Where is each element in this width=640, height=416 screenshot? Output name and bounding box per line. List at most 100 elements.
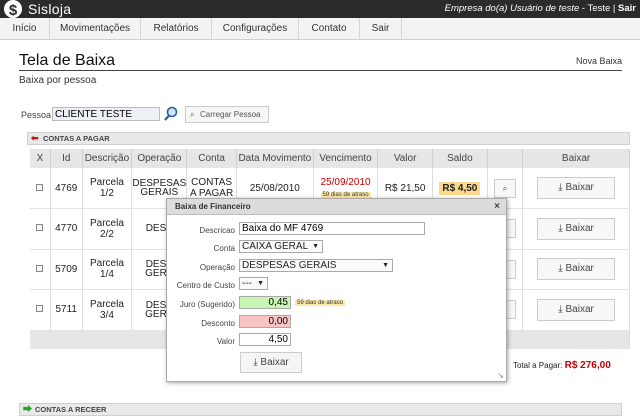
baixar-label: Baixar [565, 263, 594, 275]
centro-custo-select[interactable]: --- ▼ [239, 277, 268, 290]
conta-value: CAIXA GERAL [242, 241, 309, 252]
page-subtitle: Baixa por pessoa [19, 75, 97, 86]
pessoa-input[interactable] [52, 107, 160, 121]
user-link[interactable]: Teste [588, 3, 611, 14]
desconto-label: Desconto [201, 319, 235, 328]
total-label: Total a Pagar: [513, 361, 563, 370]
arrow-right-icon: ⮕ [23, 404, 33, 414]
dialog-header: Baixa de Financeiro × [167, 199, 506, 215]
top-bar: $ Sisloja Empresa do(a) Usuário de teste… [0, 0, 640, 20]
operacao-label: Operação [199, 263, 235, 272]
baixar-label: Baixar [260, 357, 289, 368]
download-icon: ⤓ [558, 303, 566, 315]
row-baixar-button[interactable]: ⤓ Baixar [537, 177, 616, 199]
row-baixar-button[interactable]: ⤓ Baixar [537, 217, 616, 240]
row-search-button[interactable]: ⌕ [493, 178, 516, 198]
col-header-baixar[interactable]: Baixar [522, 149, 630, 168]
separator: - [579, 3, 588, 14]
centro-custo-value: --- [242, 278, 252, 289]
row-checkbox-cell [30, 249, 51, 290]
row-descricao: Parcela 3/4 [82, 289, 133, 331]
col-header-conta[interactable]: Conta [186, 149, 237, 168]
nova-baixa-link[interactable]: Nova Baixa [576, 56, 622, 66]
section-title: CONTAS A PAGAR [43, 134, 110, 143]
logo-dollar-icon: $ [2, 0, 24, 20]
arrow-left-icon: ⬅ [31, 133, 39, 143]
operacao-value: DESPESAS GERAIS [242, 260, 337, 271]
juro-label: Juro (Sugerido) [179, 300, 235, 309]
contas-pagar-header[interactable]: ⬅ CONTAS A PAGAR [27, 132, 630, 145]
row-baixar-cell: ⤓ Baixar [522, 249, 630, 290]
row-baixar-cell: ⤓ Baixar [522, 289, 630, 331]
total-a-pagar: Total a Pagar: R$ 276,00 [513, 360, 611, 371]
row-checkbox-cell [30, 168, 51, 209]
search-icon[interactable] [163, 106, 179, 122]
row-baixar-button[interactable]: ⤓ Baixar [537, 298, 616, 321]
col-header-descricao[interactable]: Descrição [82, 149, 133, 168]
total-value: R$ 276,00 [564, 360, 611, 371]
menu-item-sair[interactable]: Sair [360, 18, 402, 40]
row-baixar-cell: ⤓ Baixar [522, 208, 630, 250]
col-header-saldo[interactable]: Saldo [432, 149, 488, 168]
juro-input[interactable] [239, 296, 291, 309]
col-header-vencimento[interactable]: Vencimento [313, 149, 379, 168]
col-header-operacao[interactable]: Operação [131, 149, 188, 168]
chevron-down-icon: ▼ [382, 262, 389, 269]
baixa-financeiro-dialog: Baixa de Financeiro × Descricao Conta CA… [166, 198, 507, 382]
main-menu: Início Movimentações Relatórios Configur… [0, 18, 640, 40]
menu-item-movimentacoes[interactable]: Movimentações [50, 18, 141, 40]
row-descricao: Parcela 1/4 [82, 249, 133, 290]
conta-label: Conta [213, 244, 235, 253]
descricao-input[interactable] [239, 222, 425, 235]
col-header-x[interactable]: X [30, 149, 51, 168]
row-checkbox[interactable] [36, 224, 44, 232]
divider [19, 70, 622, 71]
row-descricao: Parcela 2/2 [82, 208, 133, 250]
dialog-title: Baixa de Financeiro [175, 202, 251, 211]
valor-input[interactable] [239, 333, 291, 346]
menu-item-contato[interactable]: Contato [299, 18, 360, 40]
pessoa-label: Pessoa [21, 110, 52, 120]
contas-receber-header[interactable]: ⮕ CONTAS A RECEER [19, 403, 622, 416]
row-checkbox[interactable] [36, 183, 44, 191]
descricao-label: Descricao [199, 226, 235, 235]
row-checkbox[interactable] [36, 305, 44, 313]
close-icon[interactable]: × [494, 199, 500, 214]
separator: | [610, 3, 619, 14]
carregar-pessoa-button[interactable]: ⌕ Carregar Pessoa [185, 106, 269, 123]
row-checkbox-cell [30, 289, 51, 331]
menu-item-configuracoes[interactable]: Configurações [212, 18, 299, 40]
overdue-badge: 59 dias de atraso [295, 300, 346, 306]
row-id: 4770 [50, 208, 83, 250]
row-descricao: Parcela 1/2 [82, 168, 133, 209]
table-header-row: X Id Descrição Operação Conta Data Movim… [30, 149, 630, 168]
user-info: Empresa do(a) Usuário de teste - Teste |… [445, 3, 636, 14]
logout-link[interactable]: Sair [618, 3, 636, 14]
page-title: Tela de Baixa [19, 52, 116, 69]
row-baixar-cell: ⤓ Baixar [522, 168, 630, 209]
row-id: 5711 [50, 289, 83, 331]
row-baixar-button[interactable]: ⤓ Baixar [537, 258, 616, 281]
chevron-down-icon: ▼ [312, 243, 319, 250]
conta-select[interactable]: CAIXA GERAL ▼ [239, 240, 323, 253]
valor-label: Valor [216, 337, 235, 346]
col-header-valor[interactable]: Valor [377, 149, 433, 168]
row-checkbox[interactable] [36, 264, 44, 272]
col-header-data-movimento[interactable]: Data Movimento [236, 149, 314, 168]
baixar-label: Baixar [565, 182, 594, 193]
company-name: Empresa do(a) Usuário de teste [444, 3, 580, 14]
download-icon: ⤓ [558, 182, 566, 193]
menu-item-inicio[interactable]: Início [0, 18, 50, 40]
desconto-input[interactable] [239, 315, 291, 328]
carregar-pessoa-label: Carregar Pessoa [200, 110, 261, 119]
resize-handle-icon[interactable]: ↘ [497, 371, 504, 380]
menu-item-relatorios[interactable]: Relatórios [141, 18, 212, 40]
baixar-label: Baixar [565, 222, 594, 234]
chevron-down-icon: ▼ [257, 280, 264, 287]
download-icon: ⤓ [558, 263, 566, 275]
baixar-button[interactable]: ⤓ Baixar [240, 352, 302, 373]
col-header-id[interactable]: Id [50, 149, 83, 168]
col-header-search [487, 149, 524, 168]
operacao-select[interactable]: DESPESAS GERAIS ▼ [239, 259, 393, 272]
row-id: 5709 [50, 249, 83, 290]
